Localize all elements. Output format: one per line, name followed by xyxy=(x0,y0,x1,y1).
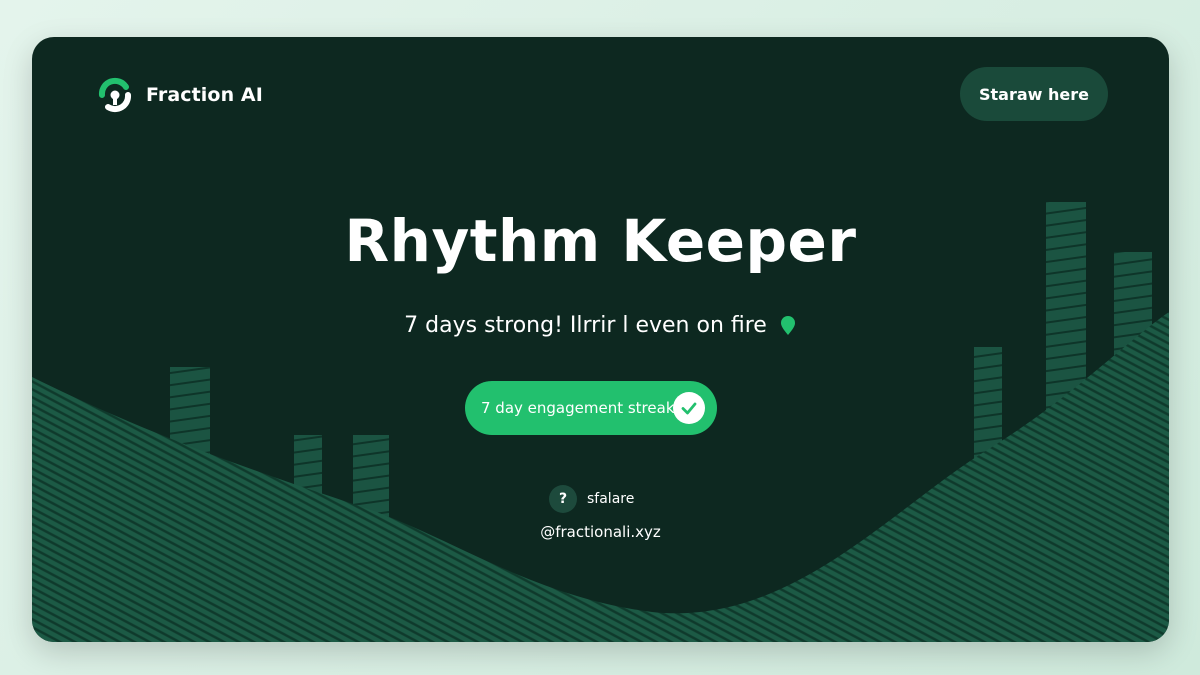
fraction-logo-icon xyxy=(98,77,132,113)
subtitle-text: 7 days strong! Ilrrir l even on fire xyxy=(404,313,767,338)
location-pin-icon xyxy=(780,315,795,335)
wave-background-art xyxy=(32,202,1169,642)
hero-card: Fraction AI Starаw here Rhythm Keeper 7 … xyxy=(32,37,1169,642)
page-title: Rhythm Keeper xyxy=(344,207,857,275)
start-here-button[interactable]: Starаw here xyxy=(960,67,1108,121)
streak-badge-button[interactable]: 7 day engagement streak xyxy=(465,381,717,435)
subtitle-row: 7 days strong! Ilrrir l even on fire xyxy=(32,313,1169,338)
streak-label: 7 day engagement streak xyxy=(481,399,675,417)
check-icon xyxy=(673,392,705,424)
share-button[interactable]: ? sfalare xyxy=(549,485,634,513)
brand-name: Fraction AI xyxy=(146,84,263,106)
question-mark-icon: ? xyxy=(549,485,577,513)
brand-logo[interactable]: Fraction AI xyxy=(94,75,263,115)
social-handle: @fractionali.xyz xyxy=(540,523,661,541)
share-label: sfalare xyxy=(587,491,635,507)
